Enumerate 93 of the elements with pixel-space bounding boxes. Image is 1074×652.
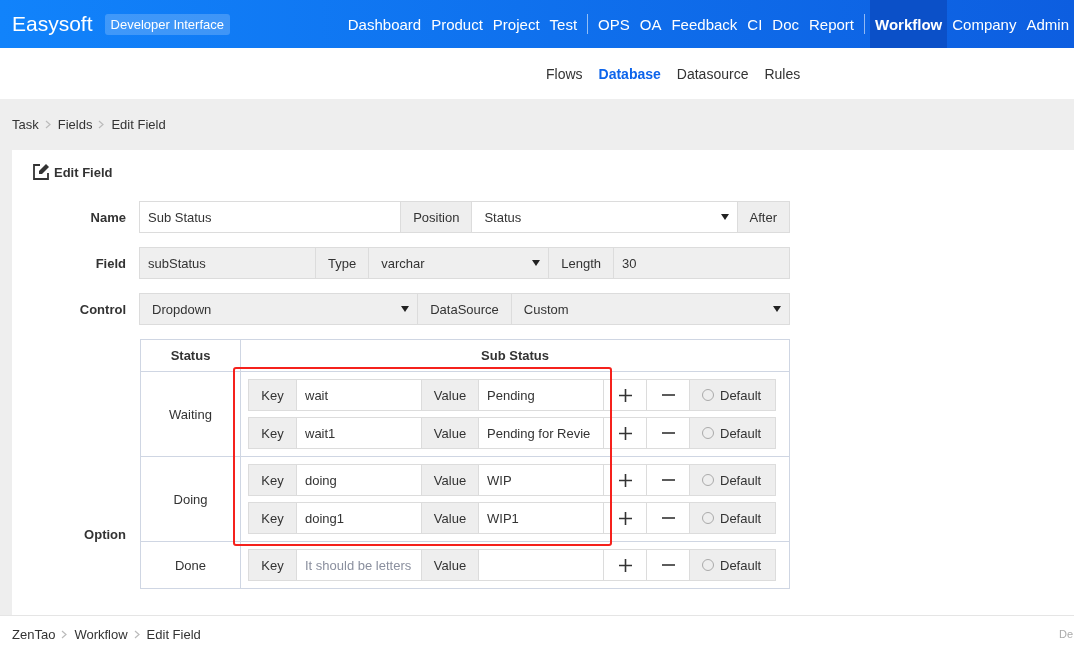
nav-item[interactable]: Workflow: [870, 0, 948, 48]
nav-item[interactable]: Project: [487, 0, 545, 48]
breadcrumb-link[interactable]: Workflow: [74, 626, 128, 642]
card-title: Edit Field: [54, 164, 113, 180]
subnav-item[interactable]: Database: [590, 65, 669, 82]
key-addon: Key: [248, 502, 297, 534]
key-addon: Key: [248, 464, 297, 496]
nav-item[interactable]: Product: [426, 0, 488, 48]
key-field[interactable]: It should be letters: [296, 549, 422, 581]
key-addon: Key: [248, 549, 297, 581]
field-addon: After: [736, 201, 790, 233]
default-radio[interactable]: Default: [689, 379, 776, 411]
brand-logo[interactable]: Easysoft: [12, 12, 93, 36]
value-addon: Value: [421, 549, 479, 581]
breadcrumb-link[interactable]: Task: [12, 117, 39, 132]
field-label: Option: [83, 527, 126, 542]
nav-item[interactable]: OA: [634, 0, 667, 48]
status-cell: Waiting: [140, 371, 241, 457]
add-button[interactable]: [603, 502, 647, 534]
plus-icon: [618, 426, 632, 440]
minus-icon: [661, 479, 675, 481]
key-field[interactable]: wait1: [296, 417, 422, 449]
subnav-item[interactable]: Flows: [538, 65, 591, 82]
field-label: Control: [78, 301, 126, 317]
add-button[interactable]: [603, 379, 647, 411]
plus-icon: [618, 473, 632, 487]
footer-text: De: [1058, 628, 1073, 640]
subnav-item[interactable]: Rules: [756, 65, 809, 82]
field-addon: Position: [400, 201, 473, 233]
key-field[interactable]: doing1: [296, 502, 422, 534]
add-button[interactable]: [603, 464, 647, 496]
edit-icon: [32, 163, 50, 181]
status-cell: Done: [140, 541, 241, 589]
field-addon: DataSource: [417, 293, 512, 325]
nav-item[interactable]: CI: [742, 0, 768, 48]
field-addon: Length: [548, 247, 614, 279]
minus-icon: [661, 517, 675, 519]
plus-icon: [618, 388, 632, 402]
key-addon: Key: [248, 379, 297, 411]
chevron-icon: [61, 629, 69, 639]
nav-item[interactable]: Doc: [767, 0, 804, 48]
plus-icon: [618, 558, 632, 572]
field-label: Field: [94, 255, 126, 271]
nav-item[interactable]: Feedback: [666, 0, 743, 48]
minus-icon: [661, 394, 675, 396]
nav-item[interactable]: OPS: [593, 0, 635, 48]
status-cell: Doing: [140, 456, 241, 542]
default-radio[interactable]: Default: [689, 464, 776, 496]
nav-item[interactable]: Admin: [1021, 0, 1074, 48]
add-button[interactable]: [603, 549, 647, 581]
column-header: Sub Status: [240, 339, 790, 372]
nav-item[interactable]: Test: [544, 0, 583, 48]
value-field[interactable]: WIP1: [478, 502, 604, 534]
breadcrumb-link[interactable]: Edit Field: [146, 626, 201, 642]
default-radio[interactable]: Default: [689, 502, 776, 534]
chevron-icon: [44, 120, 52, 129]
key-field[interactable]: wait: [296, 379, 422, 411]
key-addon: Key: [248, 417, 297, 449]
minus-icon: [661, 432, 675, 434]
value-field[interactable]: WIP: [478, 464, 604, 496]
caret-icon: [401, 306, 410, 312]
caret-icon: [720, 214, 729, 220]
subnav-item[interactable]: Datasource: [668, 65, 757, 82]
caret-icon: [532, 260, 541, 266]
column-header: Status: [140, 339, 241, 372]
minus-icon: [661, 564, 675, 566]
nav-item[interactable]: Report: [804, 0, 860, 48]
field-label: Name: [89, 209, 126, 225]
remove-button[interactable]: [646, 549, 690, 581]
value-field[interactable]: Pending: [478, 379, 604, 411]
caret-icon: [773, 306, 781, 312]
value-addon: Value: [421, 464, 479, 496]
value-field[interactable]: [478, 549, 604, 581]
text-field[interactable]: Sub Status: [139, 201, 402, 233]
nav-item[interactable]: Dashboard: [342, 0, 427, 48]
nav-item[interactable]: Company: [947, 0, 1022, 48]
value-addon: Value: [421, 379, 479, 411]
default-radio[interactable]: Default: [689, 549, 776, 581]
chevron-icon: [98, 120, 106, 129]
interface-badge: Developer Interface: [104, 13, 230, 35]
value-field[interactable]: Pending for Revie: [478, 417, 604, 449]
value-addon: Value: [421, 417, 479, 449]
value-addon: Value: [421, 502, 479, 534]
default-radio[interactable]: Default: [689, 417, 776, 449]
field-addon: Type: [315, 247, 370, 279]
breadcrumb-link[interactable]: Edit Field: [111, 117, 166, 132]
breadcrumb-link[interactable]: ZenTao: [12, 626, 56, 642]
chevron-icon: [133, 629, 141, 639]
plus-icon: [618, 511, 632, 525]
breadcrumb-link[interactable]: Fields: [57, 117, 93, 132]
dropdown-field[interactable]: Status: [471, 201, 738, 233]
add-button[interactable]: [603, 417, 647, 449]
key-field[interactable]: doing: [296, 464, 422, 496]
